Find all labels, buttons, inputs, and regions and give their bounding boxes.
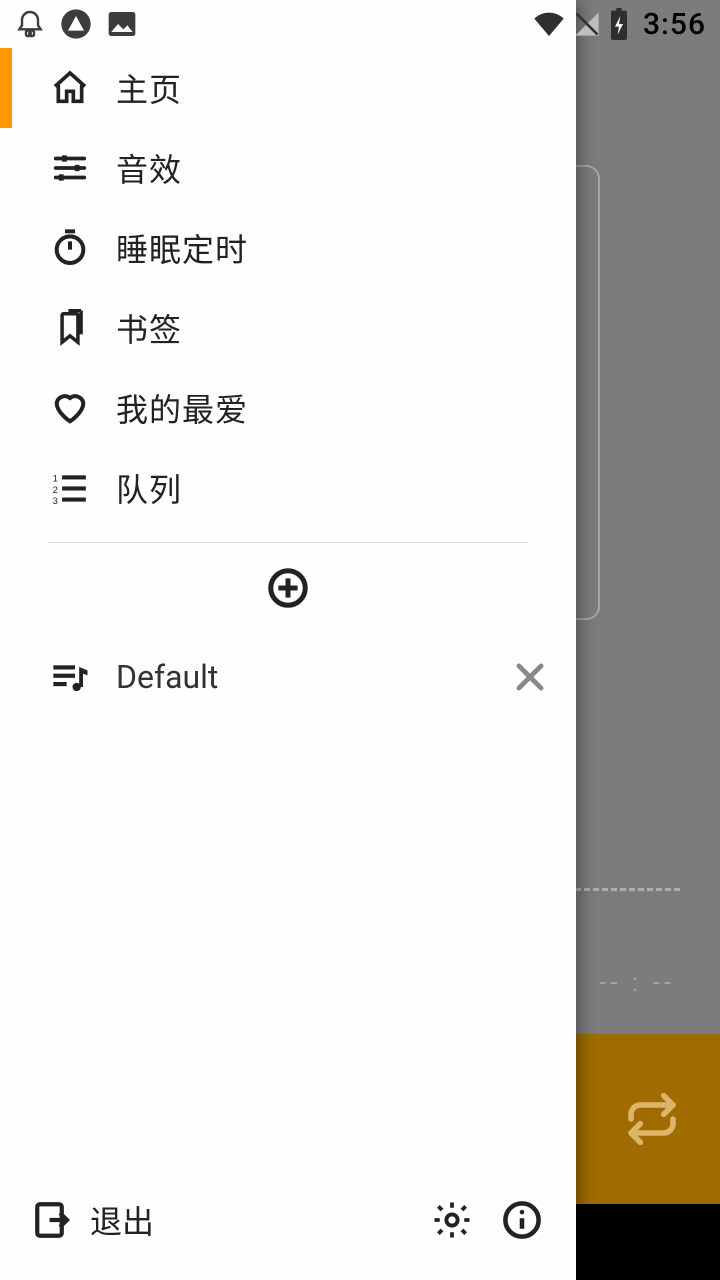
svg-text:3: 3 <box>53 496 58 507</box>
plus-circle-icon <box>265 565 311 611</box>
nav-label: 队列 <box>116 465 182 511</box>
wifi-icon <box>533 9 565 39</box>
album-card-edge <box>575 165 600 620</box>
status-right: 3:56 <box>533 7 706 42</box>
no-sim-icon <box>573 9 601 39</box>
exit-icon <box>32 1199 74 1241</box>
navigation-drawer: 主页 音效 睡眠定 <box>0 0 576 1280</box>
home-icon <box>48 66 92 110</box>
nav-label: 我的最爱 <box>116 385 248 431</box>
nav-label: 书签 <box>116 305 182 351</box>
nav-item-queue[interactable]: 1 2 3 队列 <box>0 448 576 528</box>
nav-item-favorites[interactable]: 我的最爱 <box>0 368 576 448</box>
heart-icon <box>48 386 92 430</box>
nav-item-sleep-timer[interactable]: 睡眠定时 <box>0 208 576 288</box>
stopwatch-icon <box>48 226 92 270</box>
image-app-icon <box>106 8 138 40</box>
nav-list: 主页 音效 睡眠定 <box>0 48 576 528</box>
drawer-content: 主页 音效 睡眠定 <box>0 0 576 1170</box>
player-controls-bar <box>575 1034 720 1204</box>
svg-text:2: 2 <box>53 485 58 496</box>
bookmarks-icon <box>48 306 92 350</box>
nav-item-bookmarks[interactable]: 书签 <box>0 288 576 368</box>
sliders-icon <box>48 146 92 190</box>
battery-charging-icon <box>609 8 629 40</box>
notification-bell-icon <box>14 8 46 40</box>
delete-playlist-button[interactable] <box>508 655 552 699</box>
info-button[interactable] <box>496 1194 548 1246</box>
numbered-list-icon: 1 2 3 <box>48 466 92 510</box>
svg-text:1: 1 <box>53 474 58 485</box>
exit-button[interactable]: 退出 <box>32 1197 408 1243</box>
repeat-icon[interactable] <box>624 1091 680 1147</box>
settings-button[interactable] <box>426 1194 478 1246</box>
nav-label: 睡眠定时 <box>116 225 248 271</box>
nav-item-equalizer[interactable]: 音效 <box>0 128 576 208</box>
nav-label: 主页 <box>116 65 182 111</box>
playlist-label: Default <box>116 658 508 696</box>
track-duration: -- : -- <box>599 968 675 998</box>
exit-label: 退出 <box>90 1197 154 1243</box>
triangle-app-icon <box>60 8 92 40</box>
status-bar: 3:56 <box>0 0 720 48</box>
nav-item-home[interactable]: 主页 <box>0 48 576 128</box>
nav-label: 音效 <box>116 145 182 191</box>
status-clock: 3:56 <box>643 7 706 42</box>
playlist-icon <box>48 655 92 699</box>
status-left <box>14 8 138 40</box>
seek-track[interactable] <box>575 888 680 892</box>
playlist-item-default[interactable]: Default <box>0 633 576 721</box>
drawer-footer: 退出 <box>0 1170 576 1280</box>
add-playlist-button[interactable] <box>0 543 576 633</box>
